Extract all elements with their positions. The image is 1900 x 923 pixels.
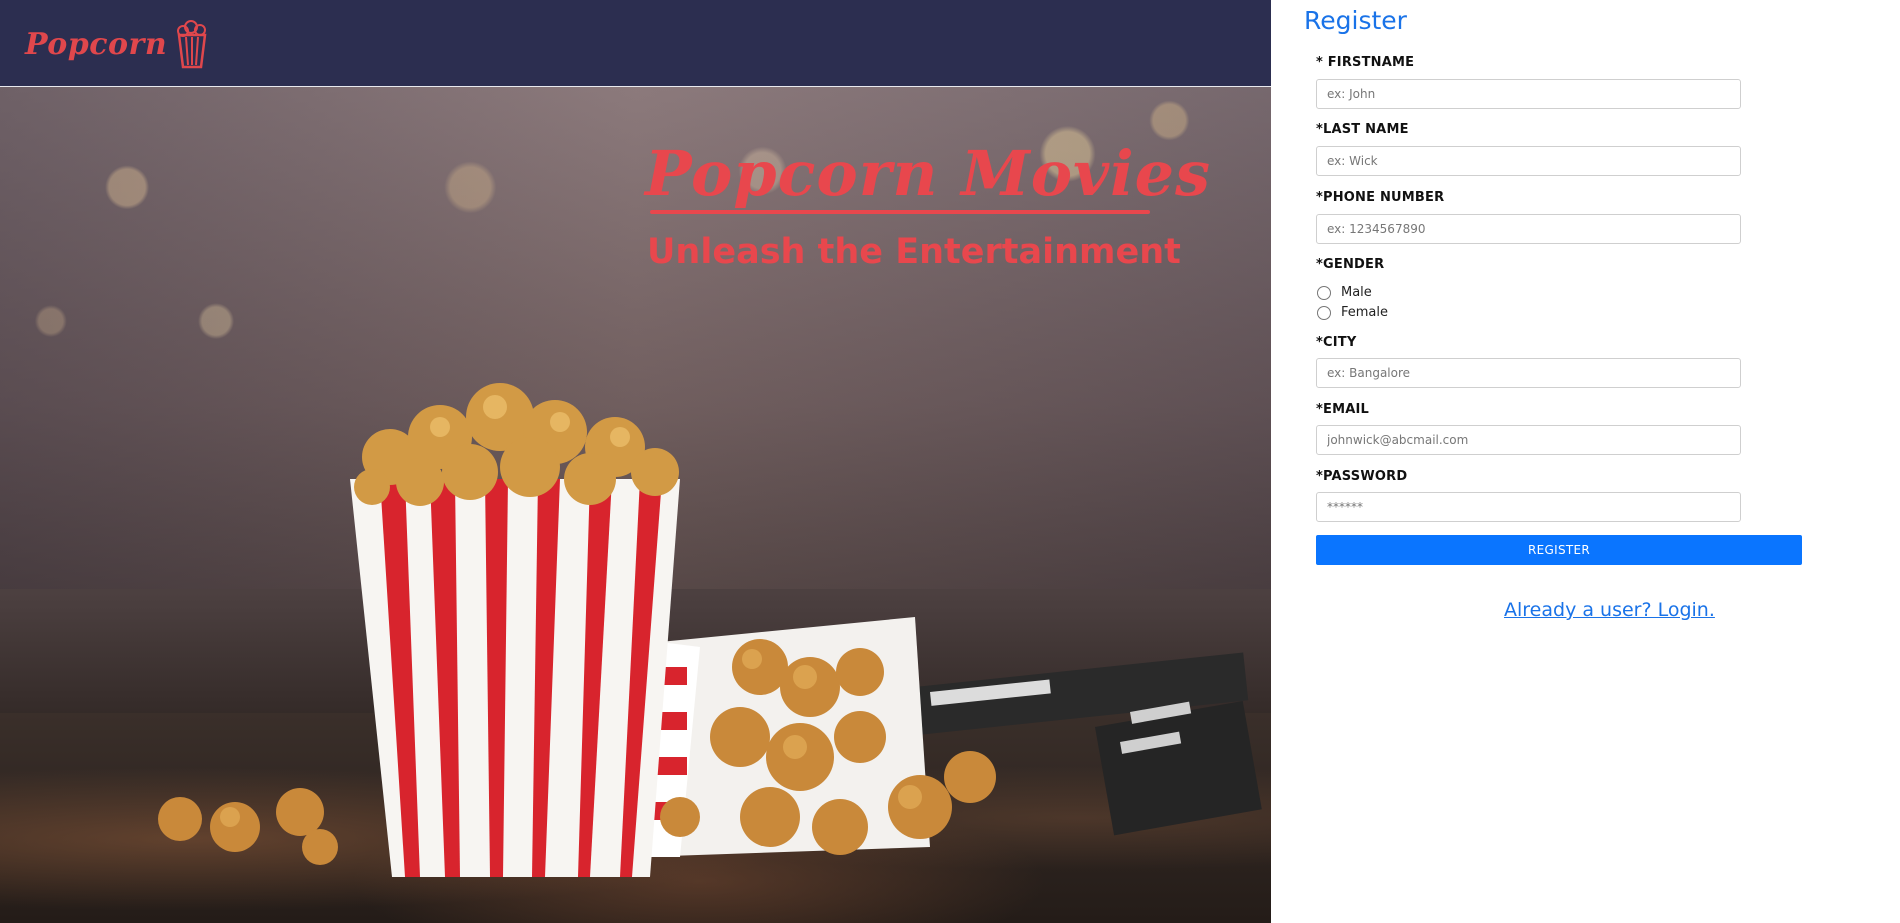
hero-title: Popcorn Movies <box>645 137 1212 210</box>
phone-input[interactable] <box>1316 214 1741 244</box>
brand-logo[interactable]: Popcorn <box>25 18 211 70</box>
phone-label: *PHONE NUMBER <box>1316 190 1445 205</box>
gender-male-radio[interactable] <box>1317 285 1331 300</box>
email-input[interactable] <box>1316 425 1741 455</box>
lastname-label: *LAST NAME <box>1316 122 1409 137</box>
popcorn-box <box>350 383 680 877</box>
hero-tagline: Unleash the Entertainment <box>647 232 1181 272</box>
form-title: Register <box>1304 6 1407 35</box>
gender-female-radio[interactable] <box>1317 305 1331 320</box>
city-input[interactable] <box>1316 358 1741 388</box>
gender-female-label: Female <box>1341 305 1389 320</box>
hero-banner: Popcorn Movies Unleash the Entertainment <box>0 87 1271 923</box>
login-link[interactable]: Already a user? Login. <box>1504 599 1715 621</box>
password-label: *PASSWORD <box>1316 469 1408 484</box>
brand-name: Popcorn <box>25 26 168 62</box>
password-input[interactable] <box>1316 492 1741 522</box>
gender-label: *GENDER <box>1316 257 1385 272</box>
email-label: *EMAIL <box>1316 402 1369 417</box>
popcorn-bucket-icon <box>177 20 207 69</box>
clapperboard-icon <box>914 652 1262 836</box>
register-form-panel: Register * FIRSTNAME *LAST NAME *PHONE N… <box>1271 0 1900 923</box>
gender-male-label: Male <box>1341 285 1372 300</box>
register-button[interactable]: REGISTER <box>1316 535 1802 565</box>
hero-title-underline <box>650 210 1150 214</box>
gender-option-male[interactable]: Male <box>1316 285 1372 300</box>
city-label: *CITY <box>1316 335 1357 350</box>
firstname-input[interactable] <box>1316 79 1741 109</box>
left-panel: Popcorn Popcorn Movies Unleash the Enter… <box>0 0 1271 923</box>
firstname-label: * FIRSTNAME <box>1316 55 1415 70</box>
gender-option-female[interactable]: Female <box>1316 305 1388 320</box>
lastname-input[interactable] <box>1316 146 1741 176</box>
navbar: Popcorn <box>0 0 1271 87</box>
